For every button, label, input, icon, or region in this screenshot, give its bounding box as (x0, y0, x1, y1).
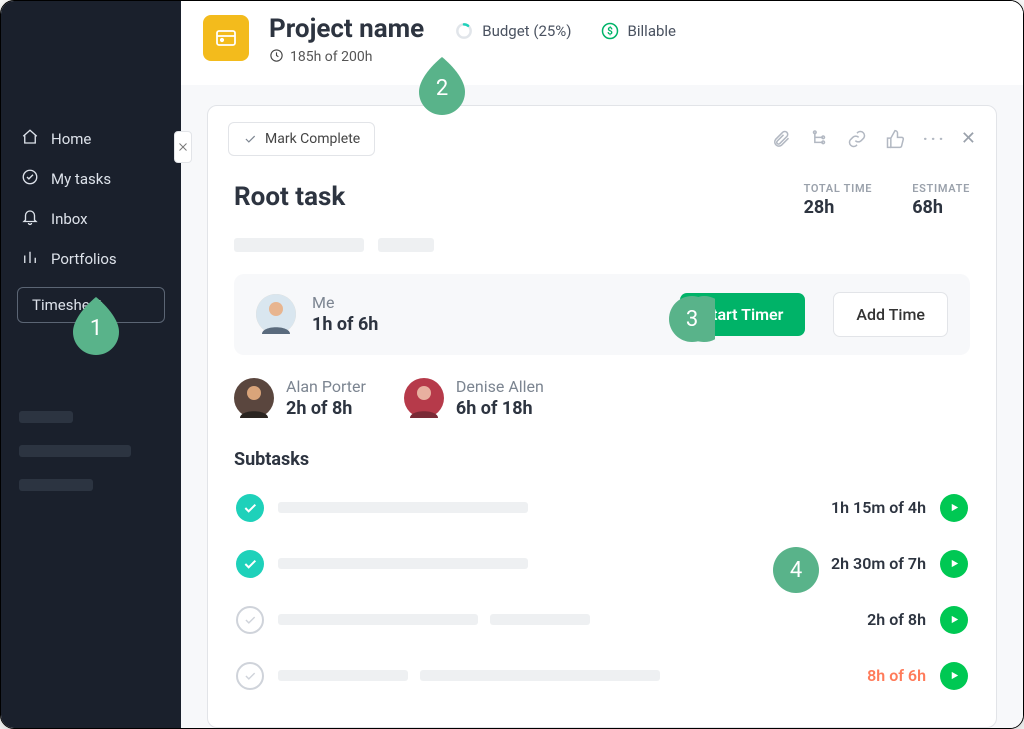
estimate: ESTIMATE 68h (912, 182, 970, 218)
project-header: Project name 185h of 200h Budget (25%) $… (181, 1, 1023, 85)
svg-text:$: $ (607, 24, 613, 37)
subtask-time: 2h of 8h (806, 610, 926, 629)
subtask-row[interactable]: 8h of 6h (234, 648, 970, 704)
dollar-icon: $ (600, 21, 620, 41)
mark-complete-label: Mark Complete (265, 131, 360, 147)
placeholder (19, 411, 73, 423)
subtask-time: 8h of 6h (806, 666, 926, 685)
placeholder (278, 558, 528, 569)
subtask-icon[interactable] (809, 129, 829, 149)
check-icon[interactable] (236, 550, 264, 578)
add-time-button[interactable]: Add Time (833, 292, 948, 337)
placeholder (490, 614, 590, 625)
team-row: Alan Porter 2h of 8h Denise Allen 6h of … (234, 377, 970, 419)
panel-collapse-icon[interactable] (174, 131, 192, 163)
total-time-value: 28h (804, 197, 873, 218)
task-title: Root task (234, 182, 345, 212)
play-button[interactable] (940, 662, 968, 690)
nav-label: My tasks (51, 170, 111, 188)
svg-text:1: 1 (90, 316, 102, 341)
callout-pin-4: 4 (773, 547, 819, 599)
nav-label: Portfolios (51, 250, 117, 268)
member-name: Alan Porter (286, 377, 366, 396)
check-icon[interactable] (236, 662, 264, 690)
svg-text:4: 4 (790, 558, 802, 583)
team-member: Denise Allen 6h of 18h (404, 377, 544, 419)
member-time: 2h of 8h (286, 398, 366, 419)
placeholder (278, 670, 408, 681)
task-panel: Mark Complete ··· ✕ Root task TOTAL TI (207, 105, 997, 728)
main: Project name 185h of 200h Budget (25%) $… (181, 1, 1023, 728)
estimate-label: ESTIMATE (912, 182, 970, 195)
placeholder (234, 238, 364, 252)
total-time: TOTAL TIME 28h (804, 182, 873, 218)
placeholder (19, 445, 131, 457)
member-time: 6h of 18h (456, 398, 544, 419)
placeholder (378, 238, 434, 252)
placeholder (19, 479, 93, 491)
estimate-value: 68h (912, 197, 970, 218)
subtask-row[interactable]: 2h of 8h (234, 592, 970, 648)
close-icon[interactable]: ✕ (961, 128, 976, 149)
billable-stat: $ Billable (600, 21, 676, 41)
budget-stat: Budget (25%) (454, 21, 571, 41)
project-hours: 185h of 200h (269, 48, 424, 67)
placeholder (420, 670, 660, 681)
nav-label: Inbox (51, 210, 88, 228)
subtask-row[interactable]: 2h 30m of 7h (234, 536, 970, 592)
attachment-icon[interactable] (771, 129, 791, 149)
play-button[interactable] (940, 494, 968, 522)
mark-complete-button[interactable]: Mark Complete (228, 122, 375, 156)
project-hours-text: 185h of 200h (290, 49, 372, 65)
nav: Home My tasks Inbox Portfolios (1, 121, 181, 323)
subtask-time: 2h 30m of 7h (806, 554, 926, 573)
placeholder (278, 614, 478, 625)
like-icon[interactable] (885, 129, 905, 149)
sidebar: Home My tasks Inbox Portfolios (1, 1, 181, 728)
avatar (256, 294, 296, 334)
subtask-time: 1h 15m of 4h (806, 498, 926, 517)
total-time-label: TOTAL TIME (804, 182, 873, 195)
billable-label: Billable (628, 22, 676, 40)
check-icon[interactable] (236, 494, 264, 522)
member-name: Denise Allen (456, 377, 544, 396)
clock-icon (269, 48, 284, 67)
play-button[interactable] (940, 606, 968, 634)
budget-label: Budget (25%) (482, 22, 571, 40)
nav-portfolios[interactable]: Portfolios (9, 241, 173, 277)
budget-ring-icon (454, 21, 474, 41)
check-icon (243, 132, 257, 146)
link-icon[interactable] (847, 129, 867, 149)
check-circle-icon (21, 168, 39, 190)
svg-text:3: 3 (686, 307, 698, 332)
callout-pin-1: 1 (73, 303, 119, 355)
callout-pin-3: 3 (669, 296, 715, 348)
assignee-card: Me 1h of 6h Start Timer Add Time (234, 274, 970, 355)
team-member: Alan Porter 2h of 8h (234, 377, 366, 419)
more-icon[interactable]: ··· (923, 129, 943, 149)
subtasks-title: Subtasks (234, 449, 970, 470)
check-icon[interactable] (236, 606, 264, 634)
project-icon (203, 15, 249, 61)
chart-icon (21, 248, 39, 270)
assignee-name: Me (312, 293, 378, 312)
project-title: Project name (269, 15, 424, 44)
bell-icon (21, 208, 39, 230)
avatar (234, 378, 274, 418)
home-icon (21, 128, 39, 150)
placeholder (278, 502, 528, 513)
assignee-time: 1h of 6h (312, 314, 378, 335)
nav-label: Home (51, 130, 91, 148)
callout-pin-2: 2 (419, 63, 465, 115)
subtask-row[interactable]: 1h 15m of 4h (234, 480, 970, 536)
nav-inbox[interactable]: Inbox (9, 201, 173, 237)
panel-actions: ··· ✕ (771, 128, 976, 149)
play-button[interactable] (940, 550, 968, 578)
nav-my-tasks[interactable]: My tasks (9, 161, 173, 197)
svg-text:2: 2 (436, 76, 448, 101)
avatar (404, 378, 444, 418)
nav-home[interactable]: Home (9, 121, 173, 157)
